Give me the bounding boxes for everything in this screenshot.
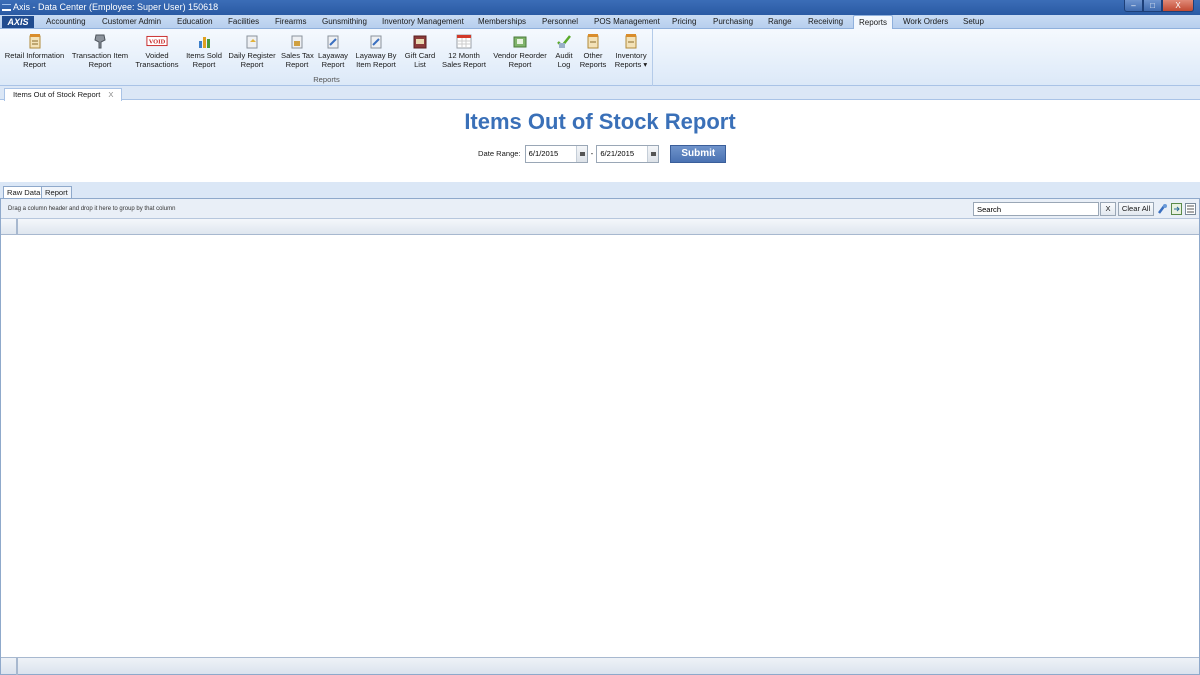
calendar-dropdown-icon[interactable]: [575, 145, 587, 162]
layaway-icon: [327, 35, 339, 49]
end-date-input[interactable]: [597, 145, 650, 162]
title-bar: Axis - Data Center (Employee: Super User…: [0, 0, 1200, 15]
inventory-reports-icon: [625, 34, 637, 49]
menu-personnel[interactable]: Personnel: [542, 17, 578, 26]
sales-tax-report-button[interactable]: Sales Tax Report: [281, 33, 314, 69]
export-icon[interactable]: [1171, 203, 1182, 215]
calendar-icon: [456, 34, 472, 49]
menu-purchasing[interactable]: Purchasing: [713, 17, 753, 26]
menu-receiving[interactable]: Receiving: [808, 17, 843, 26]
window-title: Axis - Data Center (Employee: Super User…: [13, 2, 219, 12]
doc-tab-items-out-of-stock[interactable]: Items Out of Stock Report X: [4, 88, 123, 101]
start-date-input[interactable]: [525, 145, 578, 162]
clear-all-button[interactable]: Clear All: [1118, 202, 1154, 216]
menu-work-orders[interactable]: Work Orders: [903, 17, 948, 26]
results-panel: Raw Data Report Drag a column header and…: [0, 182, 1200, 675]
close-button[interactable]: X: [1162, 0, 1194, 12]
date-separator: -: [590, 149, 594, 158]
submit-button[interactable]: Submit: [670, 144, 727, 163]
start-date-picker[interactable]: [524, 144, 588, 163]
minimize-button[interactable]: –: [1124, 0, 1143, 12]
inventory-reports-dropdown[interactable]: Inventory Reports ▾: [612, 33, 650, 69]
void-stamp-icon: VOID: [146, 35, 168, 47]
tab-raw-data[interactable]: Raw Data: [3, 186, 45, 198]
document-tab-strip: Items Out of Stock Report X: [0, 86, 1200, 101]
tab-report[interactable]: Report: [41, 186, 72, 198]
grid-footer: [1, 657, 1199, 675]
menu-firearms[interactable]: Firearms: [275, 17, 307, 26]
retail-information-report-button[interactable]: Retail Information Report: [3, 33, 66, 69]
footer-selector-cell: [1, 658, 18, 675]
sales-tax-icon: [291, 35, 303, 49]
column-header-row: [1, 219, 1199, 235]
vendor-reorder-report-button[interactable]: Vendor Reorder Report: [492, 33, 548, 69]
column-chooser-icon[interactable]: [1185, 203, 1196, 215]
app-icon: [2, 4, 11, 11]
axis-logo: AXIS: [2, 16, 34, 28]
audit-check-icon: [557, 35, 571, 48]
ribbon-group-label: Reports: [313, 75, 340, 84]
row-selector-header[interactable]: [1, 219, 18, 235]
layaway-by-item-report-button[interactable]: Layaway By Item Report: [354, 33, 398, 69]
items-sold-icon: [199, 37, 210, 48]
page-title: Items Out of Stock Report: [464, 109, 736, 134]
end-date-picker[interactable]: [596, 144, 660, 163]
menu-pricing[interactable]: Pricing: [672, 17, 696, 26]
menu-inventory-management[interactable]: Inventory Management: [382, 17, 464, 26]
window-controls: – □ X: [1124, 0, 1194, 13]
menu-pos-management[interactable]: POS Management: [594, 17, 660, 26]
date-range-controls: Date Range: - Submit: [478, 144, 727, 163]
maximize-button[interactable]: □: [1143, 0, 1162, 12]
menu-gunsmithing[interactable]: Gunsmithing: [322, 17, 367, 26]
clear-search-button[interactable]: X: [1100, 202, 1116, 216]
daily-register-icon: [246, 35, 258, 49]
search-input[interactable]: [973, 202, 1099, 216]
menu-reports[interactable]: Reports: [853, 15, 894, 30]
doc-tab-close-icon[interactable]: X: [108, 90, 113, 99]
group-by-panel[interactable]: Drag a column header and drop it here to…: [1, 199, 1199, 219]
other-reports-icon: [587, 34, 599, 49]
gift-card-icon: [413, 35, 427, 49]
calendar-dropdown-icon[interactable]: [647, 145, 659, 162]
pin-icon[interactable]: [1157, 203, 1168, 215]
menu-range[interactable]: Range: [768, 17, 792, 26]
data-grid: Drag a column header and drop it here to…: [0, 198, 1200, 675]
other-reports-button[interactable]: Other Reports: [579, 33, 607, 69]
layaway-item-icon: [370, 35, 382, 49]
voided-transactions-button[interactable]: VOID Voided Transactions: [134, 33, 180, 69]
items-sold-report-button[interactable]: Items Sold Report: [185, 33, 223, 69]
reports-ribbon-group: Retail Information Report Transaction It…: [0, 29, 653, 86]
retail-report-icon: [29, 34, 40, 49]
12-month-sales-report-button[interactable]: 12 Month Sales Report: [441, 33, 487, 69]
layaway-report-button[interactable]: Layaway Report: [317, 33, 349, 69]
gift-card-list-button[interactable]: Gift Card List: [403, 33, 437, 69]
menu-setup[interactable]: Setup: [963, 17, 984, 26]
transaction-item-report-button[interactable]: Transaction Item Report: [70, 33, 130, 69]
group-by-hint: Drag a column header and drop it here to…: [8, 206, 176, 212]
menu-facilities[interactable]: Facilities: [228, 17, 259, 26]
menu-accounting[interactable]: Accounting: [46, 17, 86, 26]
menu-education[interactable]: Education: [177, 17, 213, 26]
date-range-label: Date Range:: [478, 149, 521, 158]
ribbon: Retail Information Report Transaction It…: [0, 29, 1200, 86]
menu-memberships[interactable]: Memberships: [478, 17, 526, 26]
menu-customer-admin[interactable]: Customer Admin: [102, 17, 161, 26]
vendor-reorder-icon: [513, 36, 527, 48]
main-menu-bar: AXIS Accounting Customer Admin Education…: [0, 15, 1200, 30]
svg-text:VOID: VOID: [149, 39, 166, 46]
audit-log-button[interactable]: Audit Log: [552, 33, 576, 69]
daily-register-report-button[interactable]: Daily Register Report: [228, 33, 276, 69]
transaction-item-icon: [94, 34, 106, 49]
